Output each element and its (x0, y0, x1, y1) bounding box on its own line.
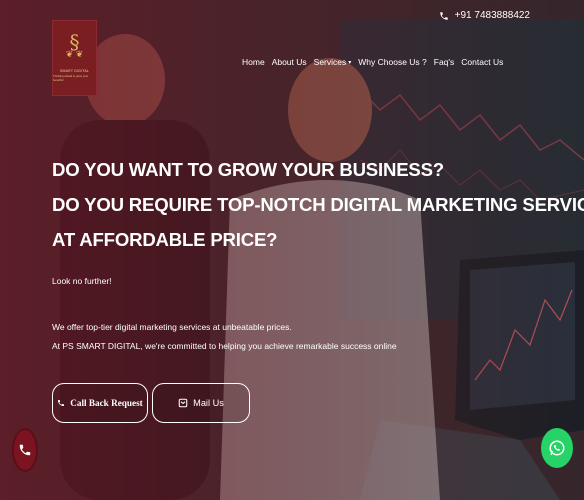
nav-home[interactable]: Home (242, 57, 265, 67)
hero-paragraph-1: We offer top-tier digital marketing serv… (52, 322, 292, 332)
call-back-request-button[interactable]: Call Back Request (52, 383, 148, 423)
floating-call-button[interactable] (12, 428, 38, 472)
nav-faqs[interactable]: Faq's (434, 57, 455, 67)
main-nav: Home About Us Services ▾ Why Choose Us ?… (242, 57, 503, 67)
mail-us-button[interactable]: Mail Us (152, 383, 250, 423)
floating-whatsapp-button[interactable] (541, 428, 573, 468)
brand-logo[interactable]: § ❦ ❦ SMART DIGITAL Thinking ahead to gr… (52, 20, 97, 96)
topbar-contact[interactable]: +91 7483888422 (439, 10, 530, 21)
nav-why-choose-us[interactable]: Why Choose Us ? (358, 57, 427, 67)
hero-paragraph-2: At PS SMART DIGITAL, we're committed to … (52, 341, 397, 351)
hero-headline: DO YOU WANT TO GROW YOUR BUSINESS? DO YO… (52, 152, 584, 257)
laurel-icon: ❦ ❦ (65, 49, 84, 59)
topbar-phone-number[interactable]: +91 7483888422 (455, 10, 530, 21)
call-button-label: Call Back Request (70, 398, 143, 408)
nav-contact-us[interactable]: Contact Us (461, 57, 503, 67)
mail-button-label: Mail Us (193, 398, 224, 408)
phone-icon (58, 400, 65, 406)
logo-brand-name: SMART DIGITAL (59, 69, 90, 73)
headline-line-3: AT AFFORDABLE PRICE? (52, 229, 278, 250)
caret-down-icon: ▾ (348, 59, 352, 66)
hero-lead: Look no further! (52, 276, 112, 286)
logo-tagline: Thinking ahead to grow your benefits! (53, 74, 89, 82)
hero-section: +91 7483888422 § ❦ ❦ SMART DIGITAL Think… (0, 0, 584, 500)
envelope-icon (178, 398, 188, 408)
nav-about-us[interactable]: About Us (272, 57, 307, 67)
nav-services[interactable]: Services ▾ (314, 57, 352, 67)
headline-line-2: DO YOU REQUIRE TOP-NOTCH DIGITAL MARKETI… (52, 194, 584, 215)
nav-services-label: Services (313, 57, 347, 67)
whatsapp-icon (549, 440, 565, 456)
headline-line-1: DO YOU WANT TO GROW YOUR BUSINESS? (52, 159, 444, 180)
phone-icon (439, 11, 448, 20)
phone-icon (19, 444, 31, 456)
